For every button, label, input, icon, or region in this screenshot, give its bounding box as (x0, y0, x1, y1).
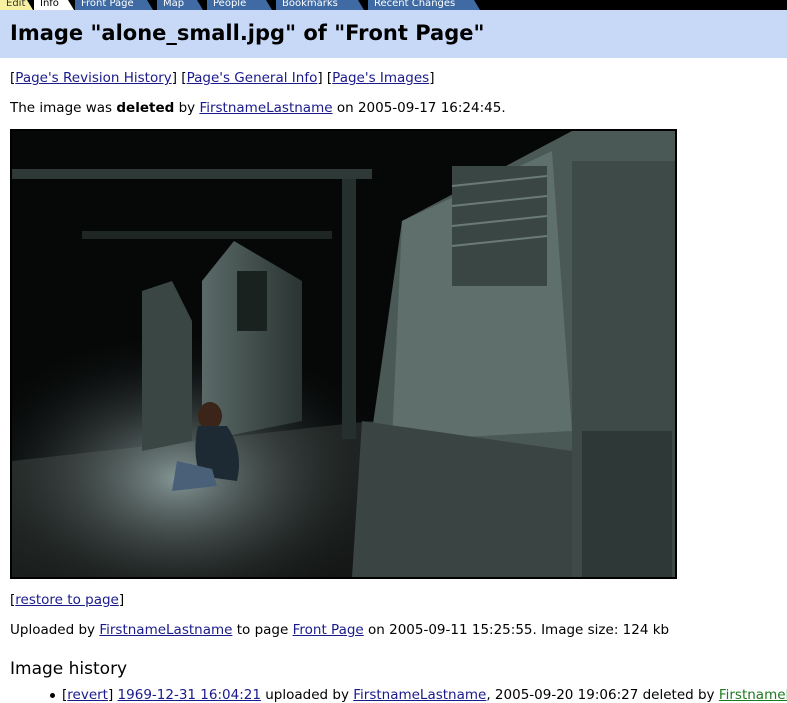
history-date-link[interactable]: 1969-12-31 16:04:21 (118, 687, 261, 703)
image-preview (10, 129, 677, 579)
history-uploader-link[interactable]: FirstnameLastname (353, 687, 486, 703)
deleted-status: deleted (116, 100, 175, 116)
tab-front-page[interactable]: Front Page (75, 0, 153, 10)
uploader-user-link[interactable]: FirstnameLastname (99, 622, 232, 638)
tab-recent-changes[interactable]: Recent Changes (368, 0, 480, 10)
tab-info[interactable]: Info (34, 0, 74, 10)
image-history-heading: Image history (10, 659, 128, 679)
deletion-notice: The image was deleted by FirstnameLastna… (10, 100, 506, 116)
history-deleter-link[interactable]: FirstnameL (719, 687, 787, 703)
page-nav-links: [Page's Revision History] [Page's Genera… (10, 70, 435, 86)
tab-map[interactable]: Map (157, 0, 203, 10)
page-header: Image "alone_small.jpg" of "Front Page" (0, 10, 787, 58)
page-title: Image "alone_small.jpg" of "Front Page" (10, 21, 485, 45)
revert-link[interactable]: revert (67, 687, 108, 703)
upload-info: Uploaded by FirstnameLastname to page Fr… (10, 622, 670, 638)
page-images-link[interactable]: Page's Images (332, 70, 429, 86)
restore-section: [restore to page] (10, 592, 125, 608)
deleted-by-user-link[interactable]: FirstnameLastname (199, 100, 332, 116)
general-info-link[interactable]: Page's General Info (187, 70, 318, 86)
front-page-link[interactable]: Front Page (293, 622, 364, 638)
restore-to-page-link[interactable]: restore to page (15, 592, 119, 608)
image-history-list: [revert] 1969-12-31 16:04:21 uploaded by… (50, 687, 787, 703)
tab-people[interactable]: People (207, 0, 272, 10)
tab-bookmarks[interactable]: Bookmarks (276, 0, 364, 10)
image-photo (12, 131, 675, 577)
history-item: [revert] 1969-12-31 16:04:21 uploaded by… (50, 687, 787, 703)
revision-history-link[interactable]: Page's Revision History (15, 70, 171, 86)
tab-bar: Edit Info Front Page Map People Bookmark… (0, 0, 787, 10)
tab-edit[interactable]: Edit (0, 0, 33, 10)
